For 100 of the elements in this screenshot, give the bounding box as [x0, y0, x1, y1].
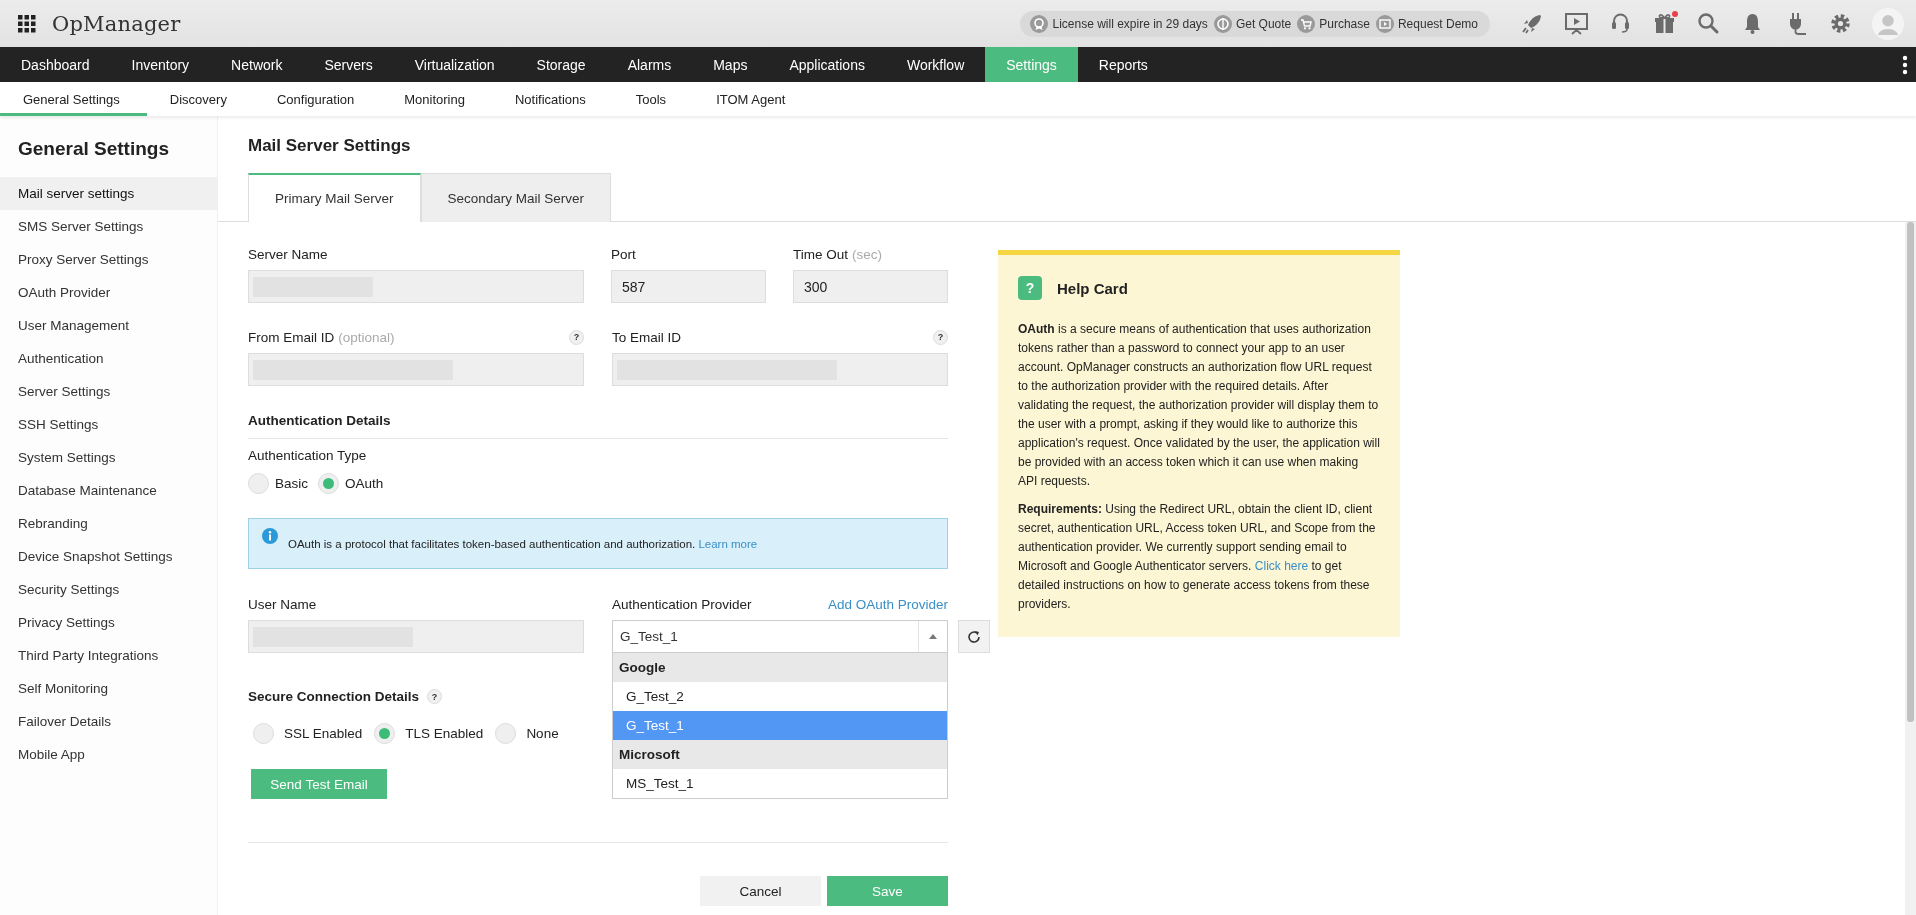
help-paragraph: Requirements: Using the Redirect URL, obtain the client ID, client secret, authentication URL, Access token URL, and Scope from the authentication provider. We currently support sending email to Microsoft and Google Authenticator servers. Click here to get detailed instructions on how to generate access tokens from these providers.: [1018, 501, 1377, 613]
sidebar-item[interactable]: Proxy Server Settings: [0, 243, 217, 276]
radio-button[interactable]: [495, 723, 517, 744]
sidebar-item[interactable]: Third Party Integrations: [0, 639, 217, 672]
field-label: Server Name: [248, 246, 328, 262]
sidebar-item[interactable]: Self Monitoring: [0, 672, 217, 705]
help-icon[interactable]: ?: [933, 329, 948, 345]
radio-button[interactable]: [248, 473, 269, 494]
sidebar-item[interactable]: Privacy Settings: [0, 606, 217, 639]
sidebar-item[interactable]: Database Maintenance: [0, 474, 217, 507]
notice-link[interactable]: Purchase: [1319, 16, 1370, 31]
input-field[interactable]: [248, 270, 584, 303]
subnav-tab[interactable]: Notifications: [491, 82, 613, 116]
app-title: OpManager: [52, 11, 181, 36]
help-paragraph: OAuth is a secure means of authentication that uses authorization tokens rather than a password to connect your app to an user account. OpManager constructs an authorization flow URL request to the authorization provider with the required details. After validating the request, the authorization provider will display them to the user with a prompt, asking if they would like to authorize this application's request. Once validated by the user, the application will be provided with an access token which it can use when making API requests.: [1018, 321, 1380, 490]
nav-tab[interactable]: Maps: [692, 47, 769, 82]
help-card-title: Help Card: [1057, 279, 1128, 297]
field-hint: (optional): [338, 329, 395, 345]
input-field[interactable]: [248, 353, 584, 386]
tab[interactable]: Secondary Mail Server: [420, 173, 612, 222]
sidebar-item[interactable]: Mail server settings: [0, 177, 217, 210]
section-title: Authentication Details: [248, 413, 391, 428]
nav-tab[interactable]: Dashboard: [0, 47, 111, 82]
page-title: Mail Server Settings: [248, 136, 411, 156]
notice-link[interactable]: Request Demo: [1397, 16, 1478, 31]
subnav-tab[interactable]: Discovery: [146, 82, 254, 116]
sidebar-item[interactable]: Authentication: [0, 342, 217, 375]
settings-icon[interactable]: [1828, 11, 1853, 36]
input-field[interactable]: 300: [793, 270, 948, 303]
nav-tab[interactable]: Virtualization: [393, 47, 516, 82]
input-field[interactable]: [612, 353, 948, 386]
sidebar-item[interactable]: Rebranding: [0, 507, 217, 540]
nav-tab[interactable]: Storage: [515, 47, 607, 82]
app-grid-icon[interactable]: [18, 14, 36, 33]
subnav-tab[interactable]: Tools: [612, 82, 694, 116]
nav-tab[interactable]: Applications: [768, 47, 886, 82]
license-icon: [1030, 14, 1049, 33]
sidebar-item[interactable]: Mobile App: [0, 738, 217, 771]
subnav-tab[interactable]: Monitoring: [381, 82, 492, 116]
radio-button[interactable]: [318, 473, 339, 494]
tab[interactable]: Primary Mail Server: [248, 173, 421, 222]
info-text: OAuth is a protocol that facilitates token-based authentication and authorization. Learn more: [288, 537, 758, 550]
field-label: To Email ID: [612, 329, 682, 345]
sidebar-item[interactable]: SSH Settings: [0, 408, 217, 441]
caret-icon: [929, 634, 937, 639]
field-hint: (sec): [852, 246, 882, 262]
sidebar-item[interactable]: Security Settings: [0, 573, 217, 606]
cancel-button[interactable]: Cancel: [700, 876, 821, 906]
cart-icon: [1297, 14, 1316, 33]
scrollbar[interactable]: [1905, 222, 1916, 915]
sidebar-item[interactable]: System Settings: [0, 441, 217, 474]
nav-tab[interactable]: Reports: [1077, 47, 1169, 82]
dropdown-option[interactable]: G_Test_2: [613, 682, 947, 711]
sidebar-item[interactable]: SMS Server Settings: [0, 210, 217, 243]
option-group-header: Google: [613, 653, 947, 682]
radio-label: OAuth: [345, 476, 384, 491]
help-card-icon: ?: [1018, 276, 1042, 300]
subnav-tab[interactable]: ITOM Agent: [693, 82, 813, 116]
field-label: From Email ID: [248, 329, 335, 345]
provider-dropdown[interactable]: G_Test_1: [612, 620, 948, 653]
input-field[interactable]: 587: [611, 270, 766, 303]
radio-label: TLS Enabled: [405, 726, 484, 741]
field-label: User Name: [248, 596, 317, 612]
sidebar-item[interactable]: User Management: [0, 309, 217, 342]
field-label: Authentication Provider: [612, 596, 752, 612]
section-title: Secure Connection Details: [248, 689, 420, 704]
input-field[interactable]: [248, 620, 584, 653]
option-group-header: Microsoft: [613, 740, 947, 769]
refresh-button[interactable]: [958, 620, 990, 653]
sidebar-item[interactable]: Device Snapshot Settings: [0, 540, 217, 573]
nav-tab[interactable]: Alarms: [606, 47, 693, 82]
notice-link[interactable]: Get Quote: [1235, 16, 1292, 31]
sidebar-item[interactable]: Server Settings: [0, 375, 217, 408]
sidebar-item[interactable]: OAuth Provider: [0, 276, 217, 309]
radio-button[interactable]: [253, 723, 274, 744]
subnav-tab[interactable]: Configuration: [253, 82, 382, 116]
nav-tab[interactable]: Inventory: [110, 47, 211, 82]
search-icon[interactable]: [1696, 11, 1721, 36]
refresh-icon: [966, 628, 982, 645]
info-icon: [262, 528, 278, 544]
presentation-icon[interactable]: [1564, 11, 1589, 36]
sidebar-title: General Settings: [18, 138, 169, 160]
more-icon[interactable]: [1902, 54, 1908, 75]
radio-button[interactable]: [374, 723, 396, 744]
add-provider-link[interactable]: Add OAuth Provider: [827, 596, 948, 612]
field-label: Authentication Type: [248, 448, 367, 463]
help-icon[interactable]: ?: [569, 329, 584, 345]
dropdown-option[interactable]: MS_Test_1: [613, 769, 947, 798]
video-icon: [1375, 14, 1394, 33]
help-icon[interactable]: ?: [427, 689, 443, 704]
radio-label: None: [526, 726, 559, 741]
nav-tab[interactable]: Servers: [303, 47, 394, 82]
gift-icon[interactable]: [1652, 11, 1677, 36]
nav-tab[interactable]: Workflow: [885, 47, 986, 82]
nav-tab[interactable]: Network: [210, 47, 304, 82]
radio-label: SSL Enabled: [284, 726, 363, 741]
radio-label: Basic: [275, 476, 308, 491]
sidebar-item[interactable]: Failover Details: [0, 705, 217, 738]
notice-link[interactable]: License will expire in 29 days: [1052, 16, 1208, 31]
field-label: Time Out: [793, 246, 848, 262]
